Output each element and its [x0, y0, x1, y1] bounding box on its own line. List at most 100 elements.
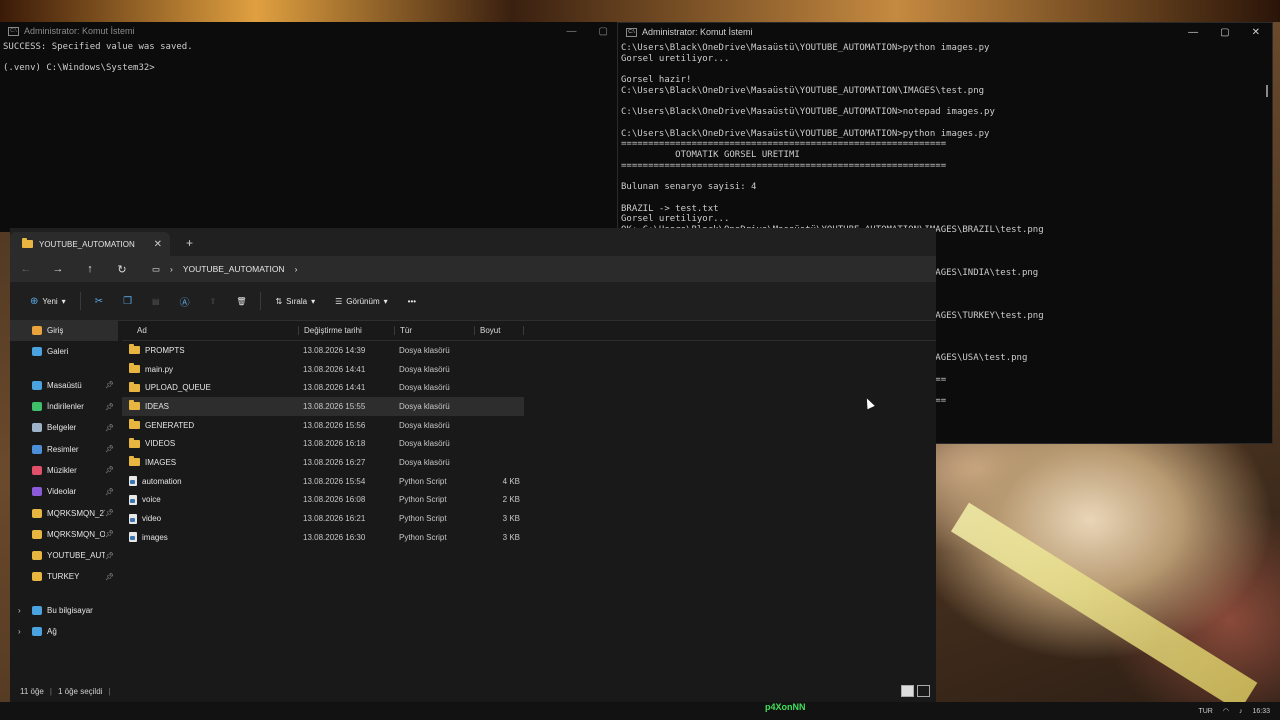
folder-icon — [129, 456, 140, 467]
maximize-icon[interactable]: ▢ — [1220, 27, 1229, 38]
maximize-icon[interactable]: ▢ — [599, 26, 608, 37]
file-name: VIDEOS — [145, 439, 176, 449]
file-type: Python Script — [399, 532, 447, 542]
explorer-tab[interactable]: YOUTUBE_AUTOMATION ✕ — [10, 232, 170, 256]
file-row[interactable]: UPLOAD_QUEUE 13.08.2026 14:41 Dosya klasör… — [122, 378, 524, 397]
column-header-type[interactable]: Tür — [394, 325, 474, 335]
sidebar-item-label: İndirilenler — [47, 402, 84, 412]
column-header-size[interactable]: Boyut — [474, 325, 524, 335]
column-header-name[interactable]: Ad — [122, 326, 298, 335]
chevron-right-icon[interactable]: › — [18, 627, 21, 636]
share-button[interactable]: ⇪ — [200, 289, 227, 313]
sidebar-item[interactable]: › Ağ — [10, 621, 118, 642]
sidebar-item-label: Giriş — [47, 326, 64, 336]
system-tray: TUR ◠ ♪ 16:33 — [1198, 707, 1270, 716]
paste-button[interactable]: ▤ — [142, 289, 170, 313]
breadcrumb-current[interactable]: YOUTUBE_AUTOMATION — [183, 264, 285, 274]
column-header-date[interactable]: Değiştirme tarihi — [298, 325, 394, 335]
more-options-button[interactable]: ••• — [398, 289, 426, 313]
explorer-content: Giriş Galeri Masaüstü 📌︎ İndirilenler 📌︎ Belge… — [10, 320, 936, 680]
sidebar-item-label: TURKEY — [47, 572, 80, 582]
new-button[interactable]: ⊕ Yeni ▾ — [20, 289, 76, 313]
file-row[interactable]: main.py 13.08.2026 14:41 Dosya klasörü — [122, 360, 524, 379]
file-name: automation — [142, 476, 182, 486]
file-row[interactable]: GENERATED 13.08.2026 15:56 Dosya klasörü — [122, 416, 524, 435]
sidebar-item[interactable]: YOUTUBE_AUTC📌︎ — [10, 545, 118, 566]
back-arrow-icon[interactable]: ← — [10, 263, 42, 275]
file-type: Dosya klasörü — [399, 364, 450, 374]
right-terminal-title: Administrator: Komut İstemi — [642, 27, 753, 37]
sidebar-item[interactable]: Resimler 📌︎ — [10, 438, 118, 459]
chevron-right-icon[interactable]: › — [170, 264, 173, 274]
rename-button[interactable]: Ⓐ — [170, 289, 200, 313]
file-name-cell: images — [122, 532, 298, 543]
cut-button[interactable]: ✂ — [85, 289, 113, 313]
minimize-icon[interactable]: — — [1188, 27, 1198, 38]
sidebar-item[interactable]: Giriş — [10, 320, 118, 342]
file-name-cell: PROMPTS — [122, 344, 298, 355]
sidebar-item-label: MQRKSMQN_27 — [47, 508, 105, 518]
file-row[interactable]: IDEAS 13.08.2026 15:55 Dosya klasörü — [122, 397, 524, 416]
close-icon[interactable]: ✕ — [1252, 27, 1260, 38]
refresh-icon[interactable]: ↻ — [106, 263, 138, 276]
file-row[interactable]: PROMPTS 13.08.2026 14:39 Dosya klasörü — [122, 341, 524, 360]
delete-button[interactable]: 🗑︎ — [226, 289, 256, 313]
up-arrow-icon[interactable]: ↑ — [74, 263, 106, 275]
sidebar-item[interactable]: TURKEY 📌︎ — [10, 566, 118, 587]
minimize-icon[interactable]: — — [567, 26, 577, 37]
new-tab-icon[interactable]: + — [186, 236, 193, 250]
file-row[interactable]: automation 13.08.2026 15:54 Python Script 4… — [122, 472, 524, 491]
sort-icon: ⇅ — [275, 296, 283, 306]
left-terminal-output[interactable]: SUCCESS: Specified value was saved. (.ve… — [0, 40, 620, 76]
sidebar-item[interactable]: İndirilenler 📌︎ — [10, 396, 118, 417]
sidebar-item-label: Galeri — [47, 347, 69, 357]
file-name: video — [142, 514, 162, 524]
speaker-icon[interactable]: ♪ — [1239, 708, 1243, 715]
sidebar-item[interactable]: Videolar 📌︎ — [10, 481, 118, 502]
sidebar-item[interactable]: Belgeler 📌︎ — [10, 417, 118, 438]
view-button[interactable]: ☰ Görünüm ▾ — [325, 289, 398, 313]
view-toggle — [901, 685, 930, 697]
chevron-right-icon[interactable]: › — [295, 264, 298, 274]
chevron-right-icon[interactable]: › — [18, 606, 21, 615]
left-terminal-titlebar[interactable]: C:\ Administrator: Komut İstemi — ▢ — [0, 22, 620, 40]
right-terminal-titlebar[interactable]: C:\ Administrator: Komut İstemi — ▢ ✕ — [618, 23, 1272, 41]
sidebar-item[interactable]: Müzikler 📌︎ — [10, 460, 118, 481]
sidebar-item[interactable]: Masaüstü 📌︎ — [10, 375, 118, 396]
file-name: UPLOAD_QUEUE — [145, 383, 211, 393]
file-row[interactable]: video 13.08.2026 16:21 Python Script 3 KB — [122, 509, 524, 528]
pin-icon: 📌︎ — [105, 488, 114, 496]
sidebar-item[interactable]: MQRKSMQN_27 📌︎ — [10, 502, 118, 523]
forward-arrow-icon[interactable]: → — [42, 263, 74, 275]
file-size: 3 KB — [502, 514, 520, 524]
terminal-scrollbar[interactable] — [1266, 85, 1268, 97]
file-size: 2 KB — [502, 495, 520, 505]
file-row[interactable]: images 13.08.2026 16:30 Python Script 3 KB — [122, 528, 524, 547]
sort-button[interactable]: ⇅ Sırala ▾ — [265, 289, 325, 313]
file-rows: PROMPTS 13.08.2026 14:39 Dosya klasörü main… — [122, 341, 936, 547]
sidebar-item[interactable]: Galeri — [10, 341, 118, 362]
copy-button[interactable]: ❐ — [113, 289, 142, 313]
language-indicator[interactable]: TUR — [1198, 708, 1212, 715]
sidebar-item[interactable]: › Bu bilgisayar — [10, 600, 118, 621]
file-date: 13.08.2026 14:41 — [303, 383, 366, 393]
file-row[interactable]: voice 13.08.2026 16:08 Python Script 2 KB — [122, 491, 524, 510]
explorer-command-bar: ⊕ Yeni ▾ ✂ ❐ ▤ Ⓐ ⇪ 🗑︎ ⇅ Sırala ▾ ☰ Görün… — [10, 282, 936, 321]
file-name-cell: IMAGES — [122, 456, 298, 467]
copy-icon: ❐ — [123, 295, 133, 307]
tiles-view-icon[interactable] — [917, 685, 930, 697]
clock[interactable]: 16:33 — [1252, 708, 1270, 715]
close-icon[interactable]: ✕ — [154, 239, 162, 250]
trash-icon: 🗑︎ — [236, 296, 247, 306]
file-row[interactable]: VIDEOS 13.08.2026 16:18 Dosya klasörü — [122, 434, 524, 453]
sidebar-item[interactable]: MQRKSMQN_O 📌︎ — [10, 524, 118, 545]
wifi-icon[interactable]: ◠ — [1223, 707, 1229, 715]
status-divider: | — [49, 686, 52, 696]
address-bar[interactable]: ▭ › YOUTUBE_AUTOMATION › — [144, 259, 612, 279]
file-row[interactable]: IMAGES 13.08.2026 16:27 Dosya klasörü — [122, 453, 524, 472]
left-terminal-window[interactable]: C:\ Administrator: Komut İstemi — ▢ SUCC… — [0, 22, 620, 232]
file-explorer-window[interactable]: YOUTUBE_AUTOMATION ✕ + ← → ↑ ↻ ▭ › YOUTU… — [10, 228, 936, 702]
details-view-icon[interactable] — [901, 685, 914, 697]
sort-button-label: Sırala — [286, 296, 308, 306]
monitor-icon: ▭ — [152, 263, 161, 274]
